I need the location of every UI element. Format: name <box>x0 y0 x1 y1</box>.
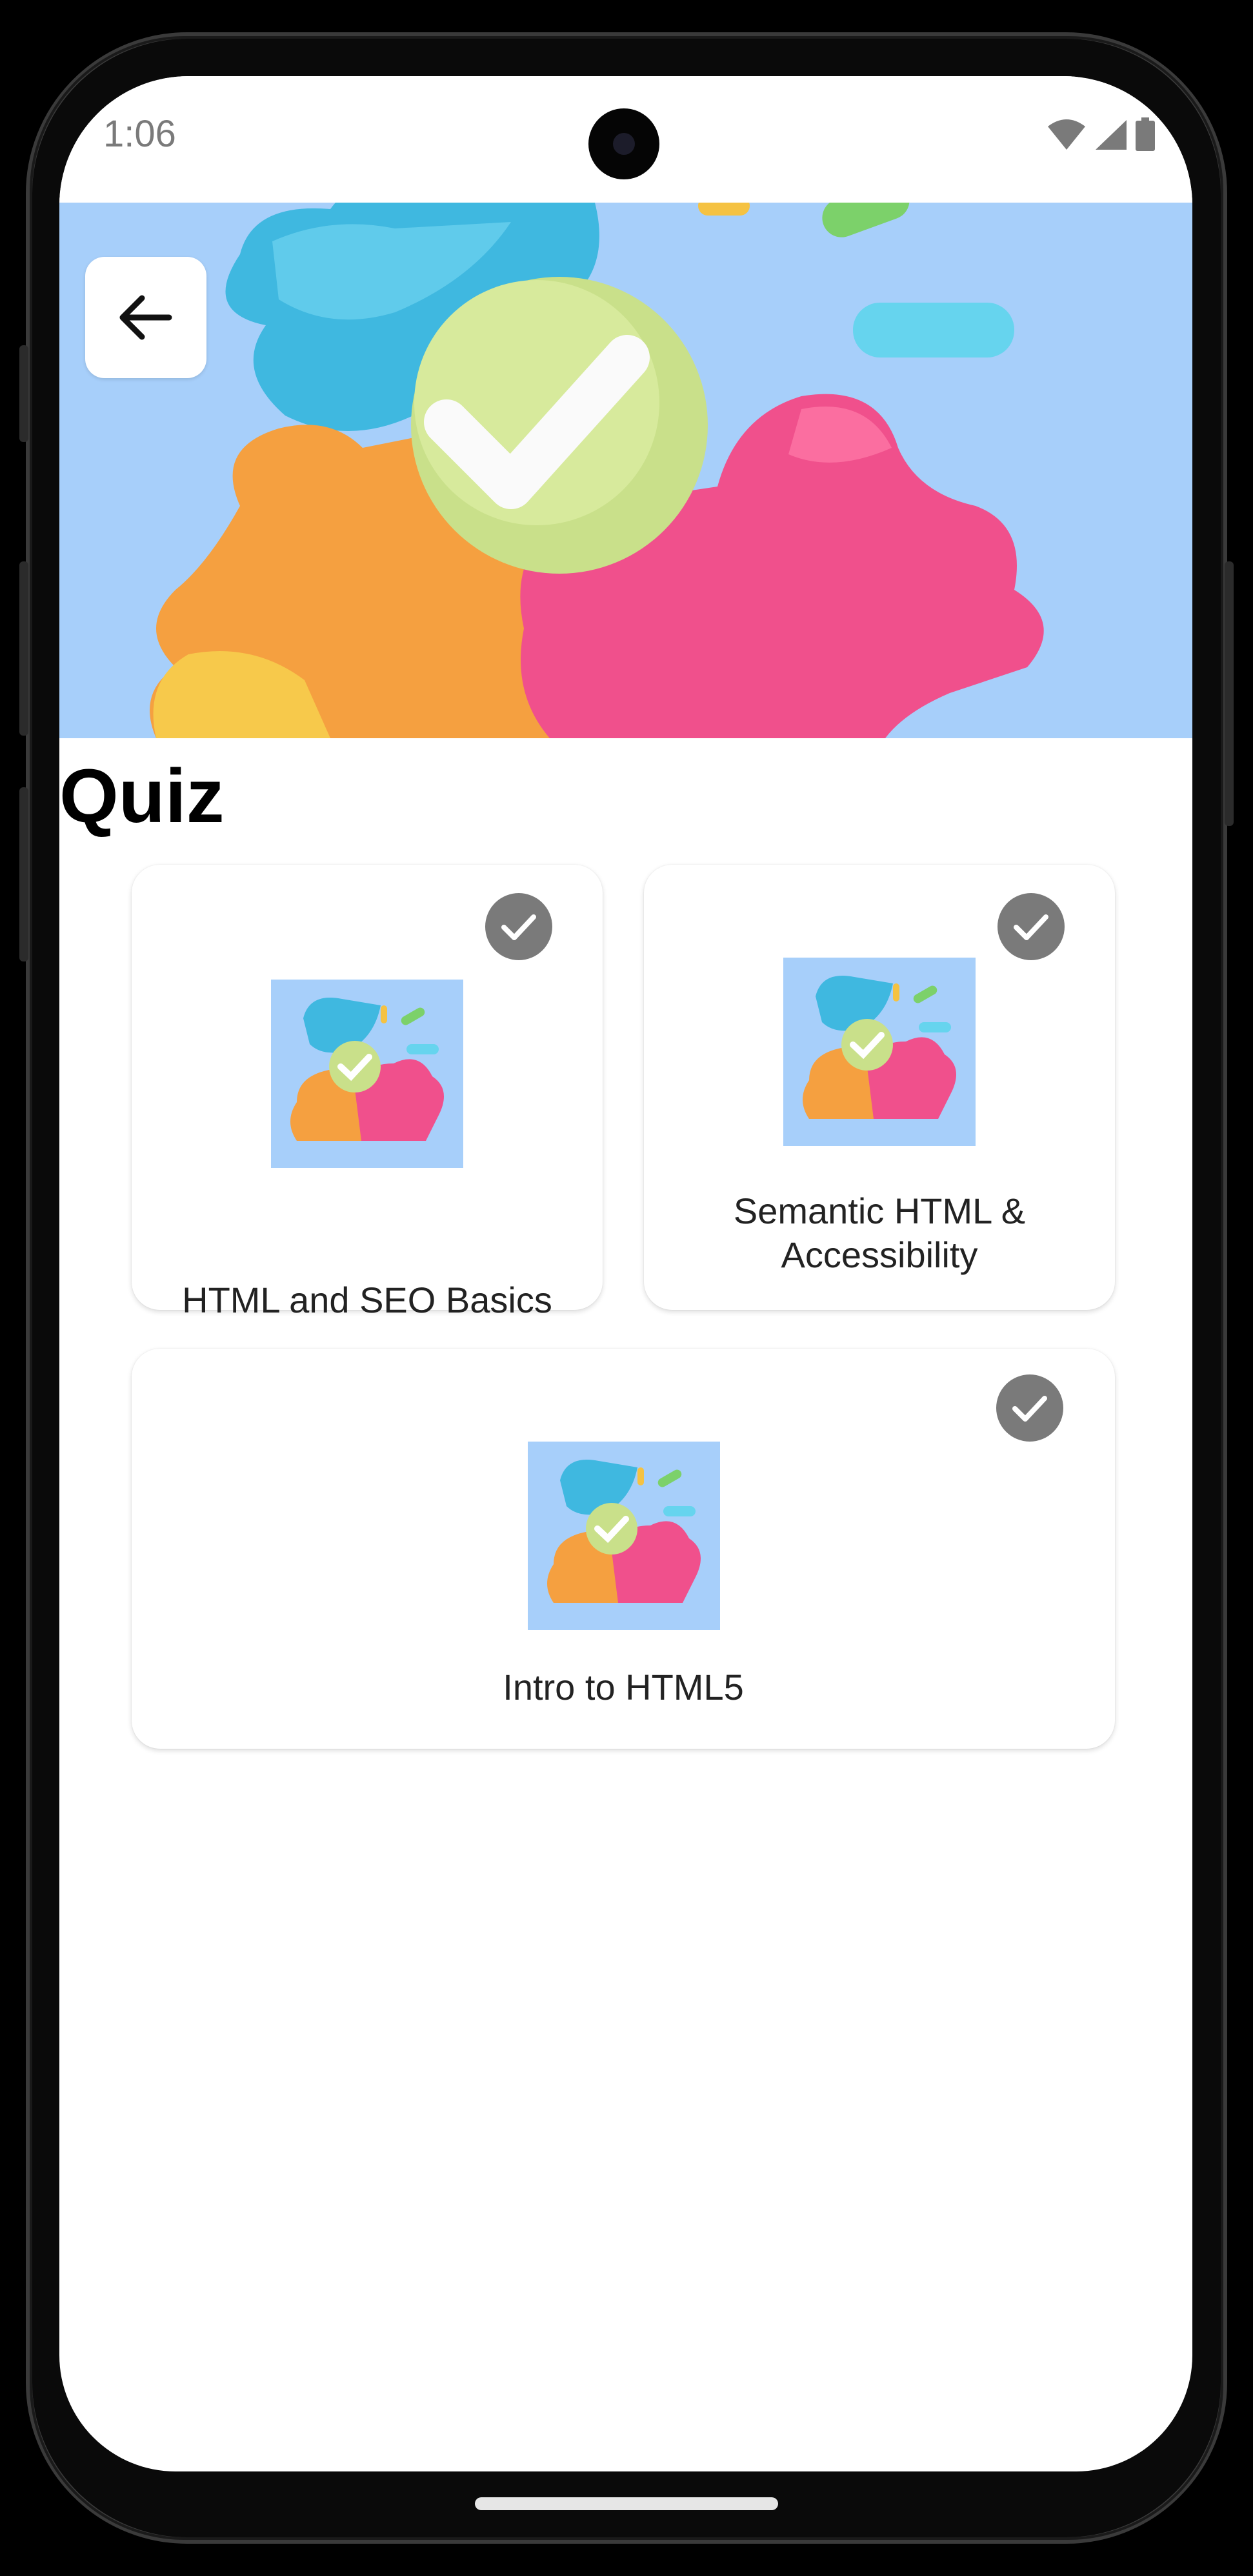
side-button-right <box>1225 561 1234 826</box>
quiz-thumbnail <box>783 958 976 1146</box>
quiz-card-label-line2: Accessibility <box>781 1234 978 1275</box>
quiz-thumbnail <box>271 980 463 1168</box>
quiz-card-html-seo-basics[interactable]: HTML and SEO Basics <box>132 865 603 1320</box>
completed-check-icon <box>996 1374 1063 1442</box>
status-time: 1:06 <box>103 113 176 155</box>
app-screen: 1:06 Quiz HTML and SEO Basics Semantic H… <box>59 76 1192 2471</box>
side-button-left-mid <box>19 561 28 736</box>
puzzle-hero-image <box>59 203 1192 738</box>
status-icons <box>1047 117 1155 151</box>
quiz-card-label: Intro to HTML5 <box>503 1667 744 1707</box>
quiz-card-semantic-html[interactable]: Semantic HTML & Accessibility <box>644 865 1115 1310</box>
side-button-left-bottom <box>19 787 28 961</box>
quiz-card-label: HTML and SEO Basics <box>182 1280 552 1320</box>
quiz-thumbnail <box>528 1442 720 1630</box>
wifi-icon <box>1048 119 1085 150</box>
quiz-card-intro-html5[interactable]: Intro to HTML5 <box>132 1349 1115 1749</box>
battery-icon <box>1136 117 1155 151</box>
front-camera <box>588 108 659 179</box>
quiz-card-label-line1: Semantic HTML & <box>733 1191 1026 1231</box>
home-indicator[interactable] <box>475 2497 778 2510</box>
status-bar: 1:06 <box>59 76 1192 203</box>
back-button[interactable] <box>85 257 206 378</box>
side-button-left-top <box>19 345 28 442</box>
completed-check-icon <box>485 893 552 960</box>
completed-check-icon <box>997 893 1065 960</box>
hero-banner <box>59 203 1192 738</box>
signal-icon <box>1096 120 1127 150</box>
arrow-left-icon <box>119 295 172 340</box>
page-title: Quiz <box>59 754 225 839</box>
